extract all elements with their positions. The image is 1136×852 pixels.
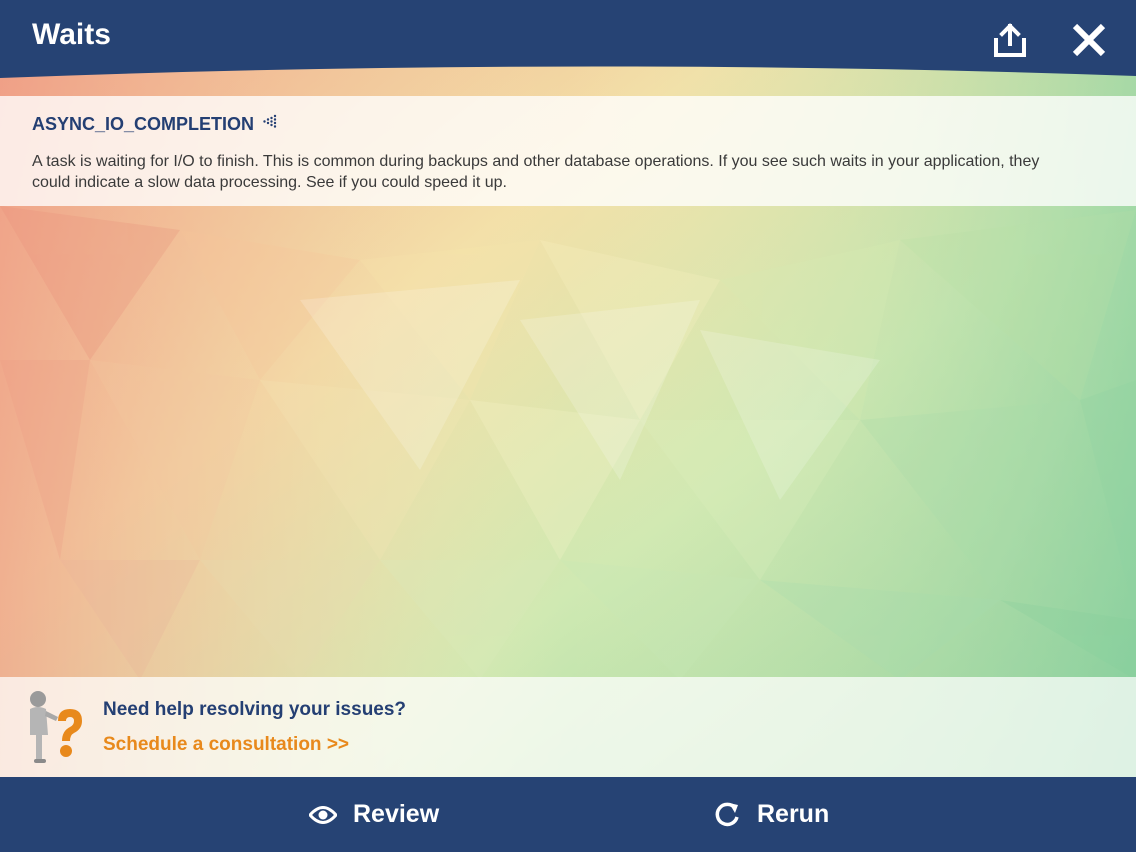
dotted-arrow-icon bbox=[262, 114, 278, 135]
eye-icon bbox=[309, 804, 337, 826]
share-icon bbox=[994, 23, 1026, 57]
refresh-icon bbox=[713, 801, 741, 829]
wait-type-name: ASYNC_IO_COMPLETION bbox=[32, 114, 255, 134]
close-button[interactable] bbox=[1067, 18, 1111, 62]
close-icon bbox=[1072, 23, 1106, 57]
wait-description-panel: ASYNC_IO_COMPLETION A task is waiting fo… bbox=[0, 96, 1136, 206]
page-title: Waits bbox=[32, 18, 111, 51]
help-question: Need help resolving your issues? bbox=[103, 699, 407, 720]
review-label: Review bbox=[353, 800, 440, 828]
bottom-toolbar: Review Rerun bbox=[0, 777, 1136, 852]
share-button[interactable] bbox=[988, 18, 1032, 62]
question-mark-figure-icon bbox=[30, 691, 82, 763]
rerun-label: Rerun bbox=[757, 800, 830, 828]
review-button[interactable]: Review bbox=[309, 777, 439, 852]
wait-title-row: ASYNC_IO_COMPLETION bbox=[32, 114, 278, 135]
help-panel: Need help resolving your issues? Schedul… bbox=[0, 677, 1136, 777]
top-bar: Waits bbox=[0, 0, 1136, 80]
wait-description: A task is waiting for I/O to finish. Thi… bbox=[32, 153, 1040, 191]
header-wave-background bbox=[0, 0, 1136, 78]
rerun-button[interactable]: Rerun bbox=[713, 777, 829, 852]
schedule-consultation-link[interactable]: Schedule a consultation >> bbox=[103, 734, 349, 756]
